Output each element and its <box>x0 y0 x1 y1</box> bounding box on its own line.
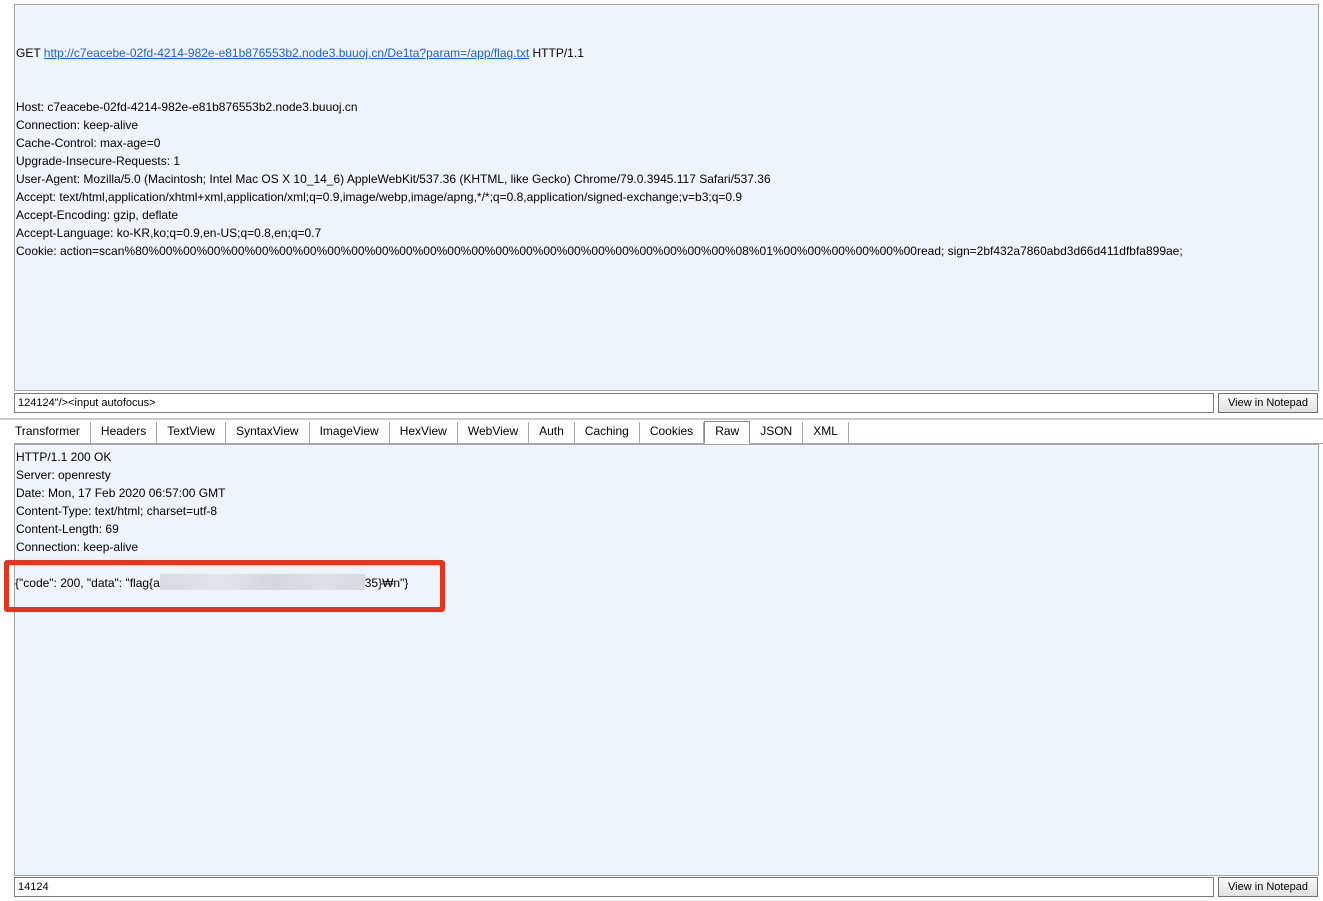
request-protocol: HTTP/1.1 <box>532 46 584 60</box>
request-view-in-notepad-button[interactable]: View in Notepad <box>1218 393 1318 413</box>
tab-headers[interactable]: Headers <box>91 422 158 443</box>
highlight-annotation-box <box>4 560 445 612</box>
tab-webview[interactable]: WebView <box>458 422 530 443</box>
response-header-line: Content-Length: 69 <box>16 522 119 536</box>
request-method: GET <box>16 46 41 60</box>
tab-transformer[interactable]: Transformer <box>14 422 91 443</box>
response-raw-pane[interactable]: HTTP/1.1 200 OK Server: openresty Date: Mo… <box>14 444 1319 876</box>
tab-cookies[interactable]: Cookies <box>640 422 705 443</box>
request-header-line: Accept-Language: ko-KR,ko;q=0.9,en-US;q=… <box>16 226 322 240</box>
tab-json[interactable]: JSON <box>750 422 804 443</box>
pane-splitter[interactable] <box>0 418 1323 420</box>
tab-xml[interactable]: XML <box>803 422 849 443</box>
tab-imageview[interactable]: ImageView <box>310 422 390 443</box>
response-header-line: Content-Type: text/html; charset=utf-8 <box>16 504 218 518</box>
request-url-link[interactable]: http://c7eacebe-02fd-4214-982e-e81b87655… <box>44 46 529 60</box>
request-header-line: Cache-Control: max-age=0 <box>16 136 161 150</box>
tab-syntaxview[interactable]: SyntaxView <box>226 422 310 443</box>
request-find-input[interactable]: 124124"/><input autofocus> <box>14 393 1214 413</box>
request-text[interactable]: GET http://c7eacebe-02fd-4214-982e-e81b8… <box>15 5 1318 260</box>
tab-textview[interactable]: TextView <box>157 422 227 443</box>
response-find-input[interactable]: 14124 <box>14 877 1214 897</box>
response-view-in-notepad-button[interactable]: View in Notepad <box>1218 877 1318 897</box>
response-bottom-bar: 14124 View in Notepad <box>14 877 1319 897</box>
tab-hexview[interactable]: HexView <box>390 422 458 443</box>
request-header-line: Cookie: action=scan%80%00%00%00%00%00%00… <box>16 244 1183 258</box>
request-header-line: Host: c7eacebe-02fd-4214-982e-e81b876553… <box>16 100 358 114</box>
request-bottom-bar: 124124"/><input autofocus> View in Notep… <box>14 393 1319 413</box>
tab-caching[interactable]: Caching <box>575 422 640 443</box>
response-tab-bar: Transformer Headers TextView SyntaxView Imag… <box>14 421 1323 444</box>
request-line: GET http://c7eacebe-02fd-4214-982e-e81b8… <box>16 44 1318 62</box>
request-header-line: Upgrade-Insecure-Requests: 1 <box>16 154 181 168</box>
request-header-line: Accept: text/html,application/xhtml+xml,… <box>16 190 743 204</box>
response-header-line: Connection: keep-alive <box>16 540 139 554</box>
tab-auth[interactable]: Auth <box>529 422 575 443</box>
tab-raw[interactable]: Raw <box>704 421 751 444</box>
request-raw-pane[interactable]: GET http://c7eacebe-02fd-4214-982e-e81b8… <box>14 4 1319 391</box>
response-header-line: HTTP/1.1 200 OK <box>16 450 112 464</box>
request-header-line: Accept-Encoding: gzip, deflate <box>16 208 179 222</box>
response-header-line: Server: openresty <box>16 468 111 482</box>
response-text[interactable]: HTTP/1.1 200 OK Server: openresty Date: Mo… <box>15 445 1318 556</box>
response-header-line: Date: Mon, 17 Feb 2020 06:57:00 GMT <box>16 486 226 500</box>
request-header-line: User-Agent: Mozilla/5.0 (Macintosh; Inte… <box>16 172 771 186</box>
request-header-line: Connection: keep-alive <box>16 118 139 132</box>
